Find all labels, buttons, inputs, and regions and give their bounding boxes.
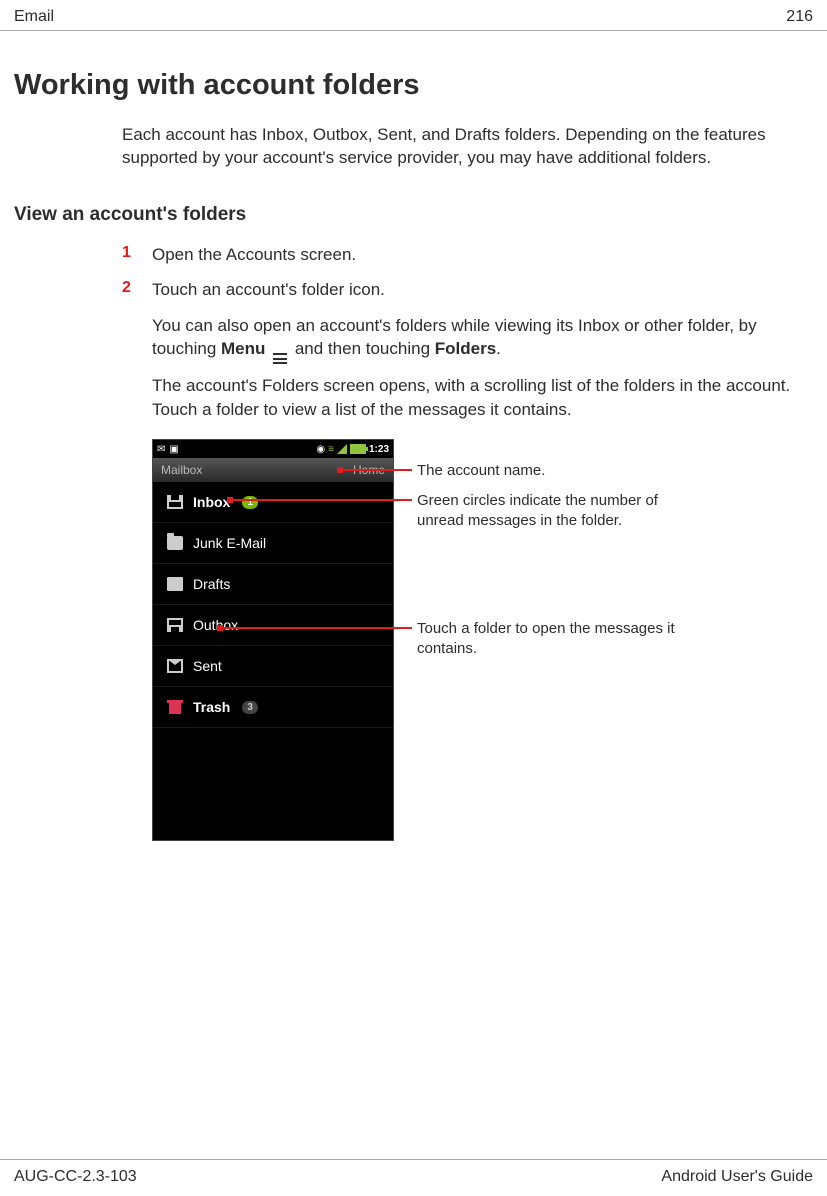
battery-icon <box>350 444 366 454</box>
text: . <box>496 339 501 358</box>
folder-label: Sent <box>193 658 222 674</box>
step-number: 2 <box>122 279 152 302</box>
folder-label: Inbox <box>193 494 230 510</box>
page-footer: AUG-CC-2.3-103 Android User's Guide <box>0 1159 827 1186</box>
page-header: Email 216 <box>0 0 827 31</box>
folder-sent[interactable]: Sent <box>153 646 393 687</box>
callout-unread-badge: Green circles indicate the number of unr… <box>417 491 707 532</box>
signal-icon <box>337 444 347 454</box>
step-body-2: The account's Folders screen opens, with… <box>152 374 813 421</box>
folder-label: Junk E-Mail <box>193 535 266 551</box>
notification-icon: ✉ <box>157 444 165 455</box>
folder-list: Inbox 1 Junk E-Mail Drafts Outbox <box>153 482 393 728</box>
callout-leader <box>232 499 412 501</box>
step-text: Open the Accounts screen. <box>152 244 356 267</box>
step-body-1: You can also open an account's folders w… <box>152 314 813 364</box>
step-number: 1 <box>122 244 152 267</box>
menu-label: Menu <box>221 339 265 358</box>
intro-paragraph: Each account has Inbox, Outbox, Sent, an… <box>122 124 813 170</box>
folder-icon <box>167 536 183 550</box>
folder-junk[interactable]: Junk E-Mail <box>153 523 393 564</box>
callout-leader <box>222 627 412 629</box>
folder-trash[interactable]: Trash 3 <box>153 687 393 728</box>
folder-outbox[interactable]: Outbox <box>153 605 393 646</box>
doc-title: Android User's Guide <box>661 1168 813 1186</box>
wifi-icon: ≡ <box>328 444 334 455</box>
status-left: ✉ ▣ <box>157 444 179 455</box>
callout-touch-folder: Touch a folder to open the messages it c… <box>417 619 707 660</box>
folder-label: Outbox <box>193 617 238 633</box>
doc-id: AUG-CC-2.3-103 <box>14 1168 137 1186</box>
unread-badge: 1 <box>242 496 258 509</box>
notification-icon: ▣ <box>169 444 178 455</box>
figure-area: ✉ ▣ ◉ ≡ 1:23 Mailbox Home Inbox <box>152 439 712 859</box>
text: and then touching <box>290 339 435 358</box>
folder-label: Trash <box>193 699 230 715</box>
drafts-icon <box>167 577 183 591</box>
callout-account-name: The account name. <box>417 461 545 481</box>
clock: 1:23 <box>369 444 389 455</box>
trash-icon <box>167 700 183 714</box>
status-right: ◉ ≡ 1:23 <box>316 444 389 455</box>
outbox-icon <box>167 618 183 632</box>
inbox-icon <box>167 495 183 509</box>
step-1: 1 Open the Accounts screen. <box>122 244 813 267</box>
page-content: Working with account folders Each accoun… <box>0 31 827 859</box>
sent-icon <box>167 659 183 673</box>
callout-leader <box>342 469 412 471</box>
step-text: Touch an account's folder icon. <box>152 279 385 302</box>
section-heading: View an account's folders <box>14 204 813 226</box>
header-section: Email <box>14 8 54 26</box>
sync-icon: ◉ <box>316 444 325 455</box>
folder-inbox[interactable]: Inbox 1 <box>153 482 393 523</box>
folder-label: Drafts <box>193 576 230 592</box>
folders-label: Folders <box>435 339 496 358</box>
step-2: 2 Touch an account's folder icon. <box>122 279 813 302</box>
status-bar: ✉ ▣ ◉ ≡ 1:23 <box>153 440 393 458</box>
menu-icon <box>273 353 287 364</box>
page-number: 216 <box>786 8 813 26</box>
account-name: Mailbox <box>161 463 202 477</box>
page-title: Working with account folders <box>14 69 813 102</box>
count-badge: 3 <box>242 701 258 714</box>
folder-drafts[interactable]: Drafts <box>153 564 393 605</box>
